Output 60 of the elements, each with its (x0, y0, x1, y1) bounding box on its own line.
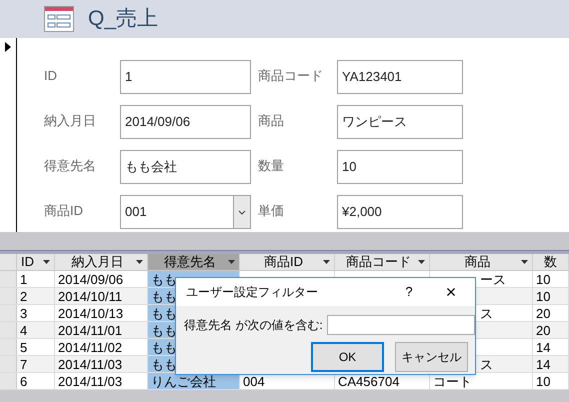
input-field[interactable]: ワンピース (337, 105, 463, 139)
column-header[interactable]: 商品 (430, 254, 533, 270)
combo-box[interactable]: 001 (120, 195, 251, 229)
table-cell: 10 (533, 271, 569, 287)
field-label: 数量 (258, 157, 285, 175)
row-selector[interactable] (0, 339, 17, 355)
table-cell: 2 (17, 288, 55, 304)
dialog-button[interactable]: OK (311, 342, 384, 372)
field-label: 得意先名 (44, 157, 97, 175)
column-header[interactable]: 得意先名 (148, 254, 240, 270)
row-selector[interactable] (0, 305, 17, 321)
sort-arrow-icon (521, 260, 528, 264)
splitter-bar[interactable] (0, 250, 569, 254)
table-cell: 14 (533, 356, 569, 372)
field-label: 商品コード (258, 67, 324, 85)
form-icon (44, 6, 74, 32)
field-label: ID (44, 67, 58, 85)
current-record-icon (5, 42, 11, 52)
sort-arrow-icon (43, 260, 50, 264)
table-cell: 1 (17, 271, 55, 287)
table-cell: 4 (17, 322, 55, 338)
row-selector[interactable] (0, 356, 17, 372)
sort-arrow-icon (228, 260, 235, 264)
table-cell: 14 (533, 339, 569, 355)
table-cell: 10 (533, 373, 569, 389)
column-header[interactable]: 数 (533, 254, 569, 270)
dropdown-button[interactable] (233, 196, 250, 228)
table-cell: 20 (533, 322, 569, 338)
field-label: 商品ID (44, 202, 84, 220)
column-header[interactable]: ID (17, 254, 55, 270)
sort-arrow-icon (136, 260, 143, 264)
table-cell: 3 (17, 305, 55, 321)
field-label: 納入月日 (44, 112, 97, 130)
help-button[interactable]: ? (399, 282, 419, 302)
table-cell: りんご会社 (148, 373, 240, 389)
input-field[interactable]: YA123401 (337, 60, 463, 94)
input-field[interactable] (326, 315, 475, 335)
form-title: Q_売上 (88, 6, 158, 32)
table-cell: 6 (17, 373, 55, 389)
row-selector[interactable] (0, 271, 17, 287)
input-field[interactable]: 10 (337, 150, 463, 184)
table-cell: 20 (533, 305, 569, 321)
dialog-button[interactable]: キャンセル (395, 342, 468, 372)
field-label: 商品 (258, 112, 285, 130)
row-selector[interactable] (0, 322, 17, 338)
row-selector[interactable] (0, 373, 17, 389)
chevron-down-icon (238, 210, 246, 214)
sort-arrow-icon (323, 260, 330, 264)
table-cell: 7 (17, 356, 55, 372)
column-header[interactable]: 商品コード (335, 254, 430, 270)
table-cell: 10 (533, 288, 569, 304)
sort-arrow-icon (418, 260, 425, 264)
input-field[interactable]: もも会社 (120, 150, 251, 184)
row-selector[interactable] (0, 288, 17, 304)
field-label: 単価 (258, 202, 285, 220)
input-field[interactable]: 2014/09/06 (120, 105, 251, 139)
input-field[interactable]: ¥2,000 (337, 195, 463, 229)
input-field[interactable]: 1 (120, 60, 251, 94)
table-cell: 5 (17, 339, 55, 355)
column-header[interactable]: 商品ID (240, 254, 335, 270)
